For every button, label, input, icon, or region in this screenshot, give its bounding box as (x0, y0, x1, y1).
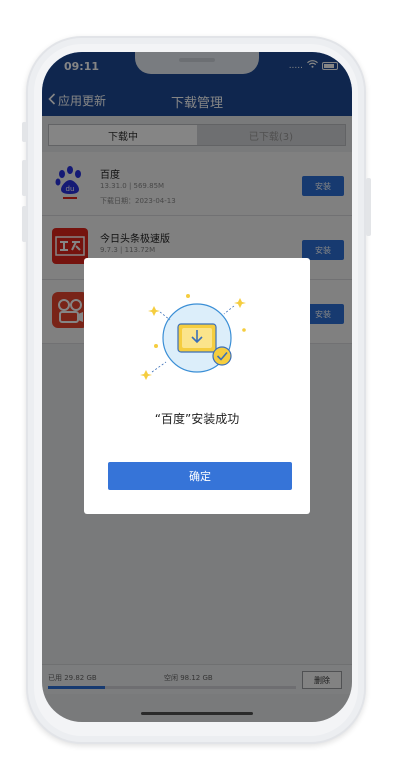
home-indicator[interactable] (141, 712, 253, 715)
phone-volume-up (22, 160, 27, 196)
install-success-dialog: “百度”安装成功 确定 (84, 258, 310, 514)
phone-volume-down (22, 206, 27, 242)
phone-silent-switch (22, 122, 27, 142)
phone-screen: 09:11 ..... 应用更新 下载管理 下载中 已下载(3) du 百度 1… (42, 52, 352, 722)
dialog-message: “百度”安装成功 (154, 412, 240, 426)
install-success-illustration (132, 290, 262, 390)
phone-power-button (366, 178, 371, 236)
confirm-button[interactable]: 确定 (108, 462, 292, 490)
